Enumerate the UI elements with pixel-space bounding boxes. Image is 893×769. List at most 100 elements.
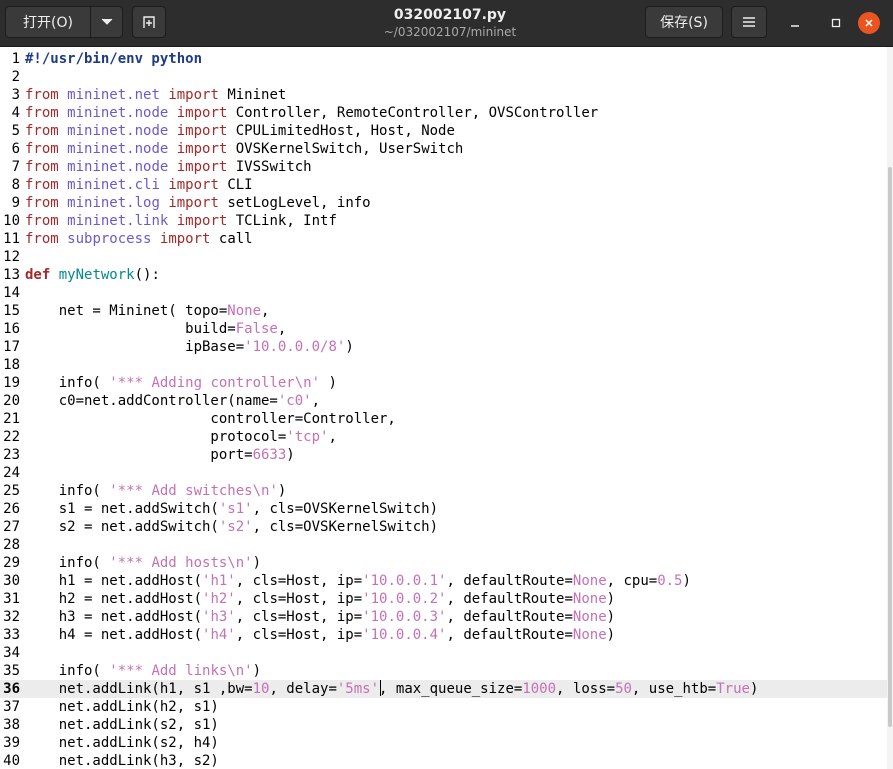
current-code-line[interactable]: 36 net.addLink(h1, s1 ,bw=10, delay='5ms… <box>0 680 893 698</box>
code-token: h1 = net.addHost( <box>25 573 203 589</box>
code-line[interactable]: 14 <box>0 284 893 302</box>
code-line[interactable]: 3 from mininet.net import Mininet <box>0 86 893 104</box>
code-token: import <box>176 159 228 175</box>
code-token: s1 = net.addSwitch( <box>25 501 219 517</box>
code-token: , max_queue_size= <box>379 681 523 697</box>
code-line[interactable]: 25 info( '*** Add switches\n') <box>0 482 893 500</box>
code-line[interactable]: 7 from mininet.node import IVSSwitch <box>0 158 893 176</box>
code-token: mininet.node <box>67 123 169 139</box>
code-line[interactable]: 29 info( '*** Add hosts\n') <box>0 554 893 572</box>
code-token: 'tcp' <box>286 429 329 445</box>
code-token: protocol= <box>25 429 287 445</box>
code-line[interactable]: 11 from subprocess import call <box>0 230 893 248</box>
code-line[interactable]: 23 port=6633) <box>0 446 893 464</box>
code-token: myNetwork <box>58 267 135 283</box>
code-text: from mininet.node import CPULimitedHost,… <box>25 122 455 140</box>
code-token: , cls=OVSKernelSwitch) <box>252 519 439 535</box>
code-line[interactable]: 17 ipBase='10.0.0.0/8') <box>0 338 893 356</box>
line-number: 32 <box>3 609 20 625</box>
code-line[interactable]: 22 protocol='tcp', <box>0 428 893 446</box>
new-tab-button[interactable] <box>132 6 166 38</box>
code-token: import <box>168 87 219 103</box>
open-button[interactable]: 打开(O) <box>5 6 91 38</box>
code-line[interactable]: 31 h2 = net.addHost('h2', cls=Host, ip='… <box>0 590 893 608</box>
code-line[interactable]: 5 from mininet.node import CPULimitedHost… <box>0 122 893 140</box>
code-line[interactable]: 18 <box>0 356 893 374</box>
code-line[interactable]: 13 def myNetwork(): <box>0 266 893 284</box>
recent-files-dropdown-button[interactable] <box>90 6 123 38</box>
code-line[interactable]: 1 #!/usr/bin/env python <box>0 50 893 68</box>
code-line[interactable]: 32 h3 = net.addHost('h3', cls=Host, ip='… <box>0 608 893 626</box>
minimize-button[interactable] <box>784 12 806 34</box>
code-editor[interactable]: 1 #!/usr/bin/env python 2 3 from mininet.net… <box>0 47 893 769</box>
code-token: '*** Add switches\n' <box>109 483 278 499</box>
code-line[interactable]: 33 h4 = net.addHost('h4', cls=Host, ip='… <box>0 626 893 644</box>
code-token: subprocess <box>67 231 152 247</box>
code-line[interactable]: 2 <box>0 68 893 86</box>
scrollbar-thumb[interactable] <box>888 167 892 727</box>
chevron-down-icon <box>101 18 112 25</box>
code-line[interactable]: 34 <box>0 644 893 662</box>
code-token: , delay= <box>269 681 337 697</box>
code-text: info( '*** Add links\n') <box>25 662 261 680</box>
code-line[interactable]: 24 <box>0 464 893 482</box>
code-line[interactable]: 35 info( '*** Add links\n') <box>0 662 893 680</box>
code-token: 1000 <box>522 681 557 697</box>
code-token: ) <box>606 627 616 643</box>
code-line[interactable]: 21 controller=Controller, <box>0 410 893 428</box>
line-number: 16 <box>3 321 20 337</box>
code-text: from mininet.node import OVSKernelSwitch… <box>25 140 463 158</box>
close-button[interactable] <box>858 12 880 34</box>
code-text: net.addLink(s2, h4) <box>25 734 219 752</box>
code-token: , <box>261 303 270 319</box>
code-text: info( '*** Add switches\n') <box>25 482 287 500</box>
code-line[interactable]: 9 from mininet.log import setLogLevel, in… <box>0 194 893 212</box>
code-token: import <box>176 105 228 121</box>
menu-button[interactable] <box>731 6 767 38</box>
code-token: import <box>168 177 219 193</box>
open-button-label: 打开(O) <box>23 15 73 31</box>
code-line[interactable]: 12 <box>0 248 893 266</box>
code-token: , <box>328 429 337 445</box>
code-token: mininet.link <box>67 213 169 229</box>
code-line[interactable]: 20 c0=net.addController(name='c0', <box>0 392 893 410</box>
code-token: import <box>176 123 228 139</box>
code-line[interactable]: 16 build=False, <box>0 320 893 338</box>
code-token: None <box>572 573 607 589</box>
code-line[interactable]: 37 net.addLink(h2, s1) <box>0 698 893 716</box>
code-line[interactable]: 8 from mininet.cli import CLI <box>0 176 893 194</box>
code-token: #!/usr/bin/env python <box>25 51 203 67</box>
code-token: net.addLink(s2, h4) <box>25 735 219 751</box>
code-line[interactable]: 38 net.addLink(s2, s1) <box>0 716 893 734</box>
window-title: 032002107.py <box>393 7 507 23</box>
code-line[interactable]: 30 h1 = net.addHost('h1', cls=Host, ip='… <box>0 572 893 590</box>
save-button-label: 保存(S) <box>660 15 708 31</box>
code-token: , <box>277 321 287 337</box>
code-line[interactable]: 19 info( '*** Adding controller\n' ) <box>0 374 893 392</box>
code-line[interactable]: 40 net.addLink(h3, s2) <box>0 752 893 769</box>
code-line[interactable]: 27 s2 = net.addSwitch('s2', cls=OVSKerne… <box>0 518 893 536</box>
code-token: , defaultRoute= <box>446 591 573 607</box>
code-line[interactable]: 39 net.addLink(s2, h4) <box>0 734 893 752</box>
code-token: None <box>572 627 607 643</box>
line-number: 28 <box>3 537 20 553</box>
code-token: from <box>25 87 59 103</box>
save-button[interactable]: 保存(S) <box>645 6 723 38</box>
code-line[interactable]: 26 s1 = net.addSwitch('s1', cls=OVSKerne… <box>0 500 893 518</box>
vertical-scrollbar[interactable] <box>887 47 893 769</box>
code-token: h3 = net.addHost( <box>25 609 203 625</box>
code-line[interactable]: 4 from mininet.node import Controller, Re… <box>0 104 893 122</box>
code-line[interactable]: 10 from mininet.link import TCLink, Intf <box>0 212 893 230</box>
maximize-button[interactable] <box>825 12 847 34</box>
line-number: 26 <box>3 501 20 517</box>
code-line[interactable]: 6 from mininet.node import OVSKernelSwitc… <box>0 140 893 158</box>
code-line[interactable]: 28 <box>0 536 893 554</box>
code-token: controller=Controller, <box>25 411 396 427</box>
code-token: '10.0.0.2' <box>362 591 447 607</box>
minimize-icon <box>791 25 799 27</box>
code-line[interactable]: 15 net = Mininet( topo=None, <box>0 302 893 320</box>
code-token: 50 <box>615 681 632 697</box>
code-token: None <box>227 303 262 319</box>
